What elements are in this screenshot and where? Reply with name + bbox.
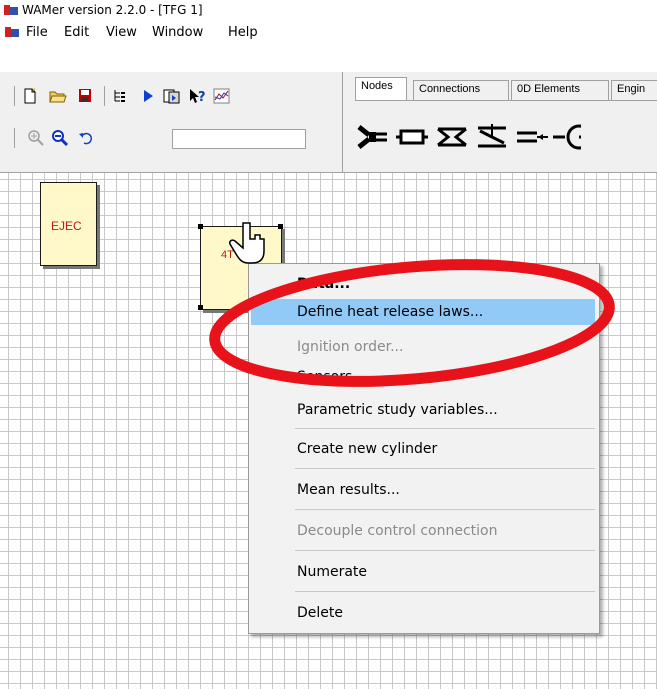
selection-handle[interactable] [198,305,203,310]
ejector-node-label: EJEC [51,219,82,233]
tab-nodes[interactable]: Nodes [355,77,407,101]
element-palette: Nodes Connections 0D Elements Engin [342,72,657,172]
tab-0d-elements[interactable]: 0D Elements [511,80,609,100]
menu-item-numerate[interactable]: Numerate [251,559,595,585]
zoom-level-field[interactable] [172,129,306,149]
menu-separator [295,509,595,510]
title-bar: WAMer version 2.2.0 - [TFG 1] [0,0,657,20]
menu-item-delete[interactable]: Delete [251,600,595,626]
menu-bar: File Edit View Window Help [0,22,657,44]
pipe-end-node-icon[interactable] [395,122,429,152]
menu-help[interactable]: Help [228,25,258,40]
context-menu: Data... Define heat release laws... Igni… [248,263,600,634]
app-icon [4,4,18,16]
menu-item-data[interactable]: Data... [251,271,595,297]
menu-separator [295,550,595,551]
menu-edit[interactable]: Edit [64,25,89,40]
turbine-node-icon[interactable] [551,122,581,152]
flow-inlet-node-icon[interactable] [515,122,549,152]
menu-separator [295,428,595,429]
menu-item-mean-results[interactable]: Mean results... [251,477,595,503]
menu-item-ignition-order: Ignition order... [297,339,404,355]
save-icon[interactable] [76,86,96,106]
valve-node-icon[interactable] [475,122,509,152]
tab-connections[interactable]: Connections [413,80,509,100]
tab-engine[interactable]: Engin [611,80,657,100]
undo-icon[interactable] [76,128,96,148]
document-icon[interactable] [5,26,19,38]
zoom-in-icon[interactable] [26,128,46,148]
run-icon[interactable] [138,86,158,106]
copy-window-icon[interactable] [162,86,182,106]
context-help-icon[interactable]: ? [188,86,208,106]
menu-item-parametric-study-variables[interactable]: Parametric study variables... [251,397,595,423]
menu-file[interactable]: File [26,25,48,40]
menu-view[interactable]: View [106,25,137,40]
open-folder-icon[interactable] [48,86,68,106]
menu-item-sensors[interactable]: Sensors... [251,364,595,390]
tree-list-icon[interactable] [110,86,130,106]
menu-separator [295,591,595,592]
cylinder-node-label: 4T [221,249,234,261]
ejector-node[interactable]: EJEC [40,182,97,266]
selection-handle[interactable] [198,224,203,229]
menu-window[interactable]: Window [152,25,203,40]
menu-separator [295,468,595,469]
junction-node-icon[interactable] [355,122,389,152]
menu-item-define-heat-release-laws[interactable]: Define heat release laws... [251,299,595,325]
new-file-icon[interactable] [20,86,40,106]
zoom-out-icon[interactable] [50,128,70,148]
toolbar-area: ? Nodes Connections 0D Elements Engin [0,72,657,173]
selection-handle[interactable] [278,224,283,229]
menu-item-create-new-cylinder[interactable]: Create new cylinder [251,436,595,462]
restriction-node-icon[interactable] [435,122,469,152]
svg-text:?: ? [198,90,206,104]
chart-icon[interactable] [212,86,232,106]
menu-item-decouple-control-connection: Decouple control connection [297,523,498,539]
window-title: WAMer version 2.2.0 - [TFG 1] [22,3,203,17]
